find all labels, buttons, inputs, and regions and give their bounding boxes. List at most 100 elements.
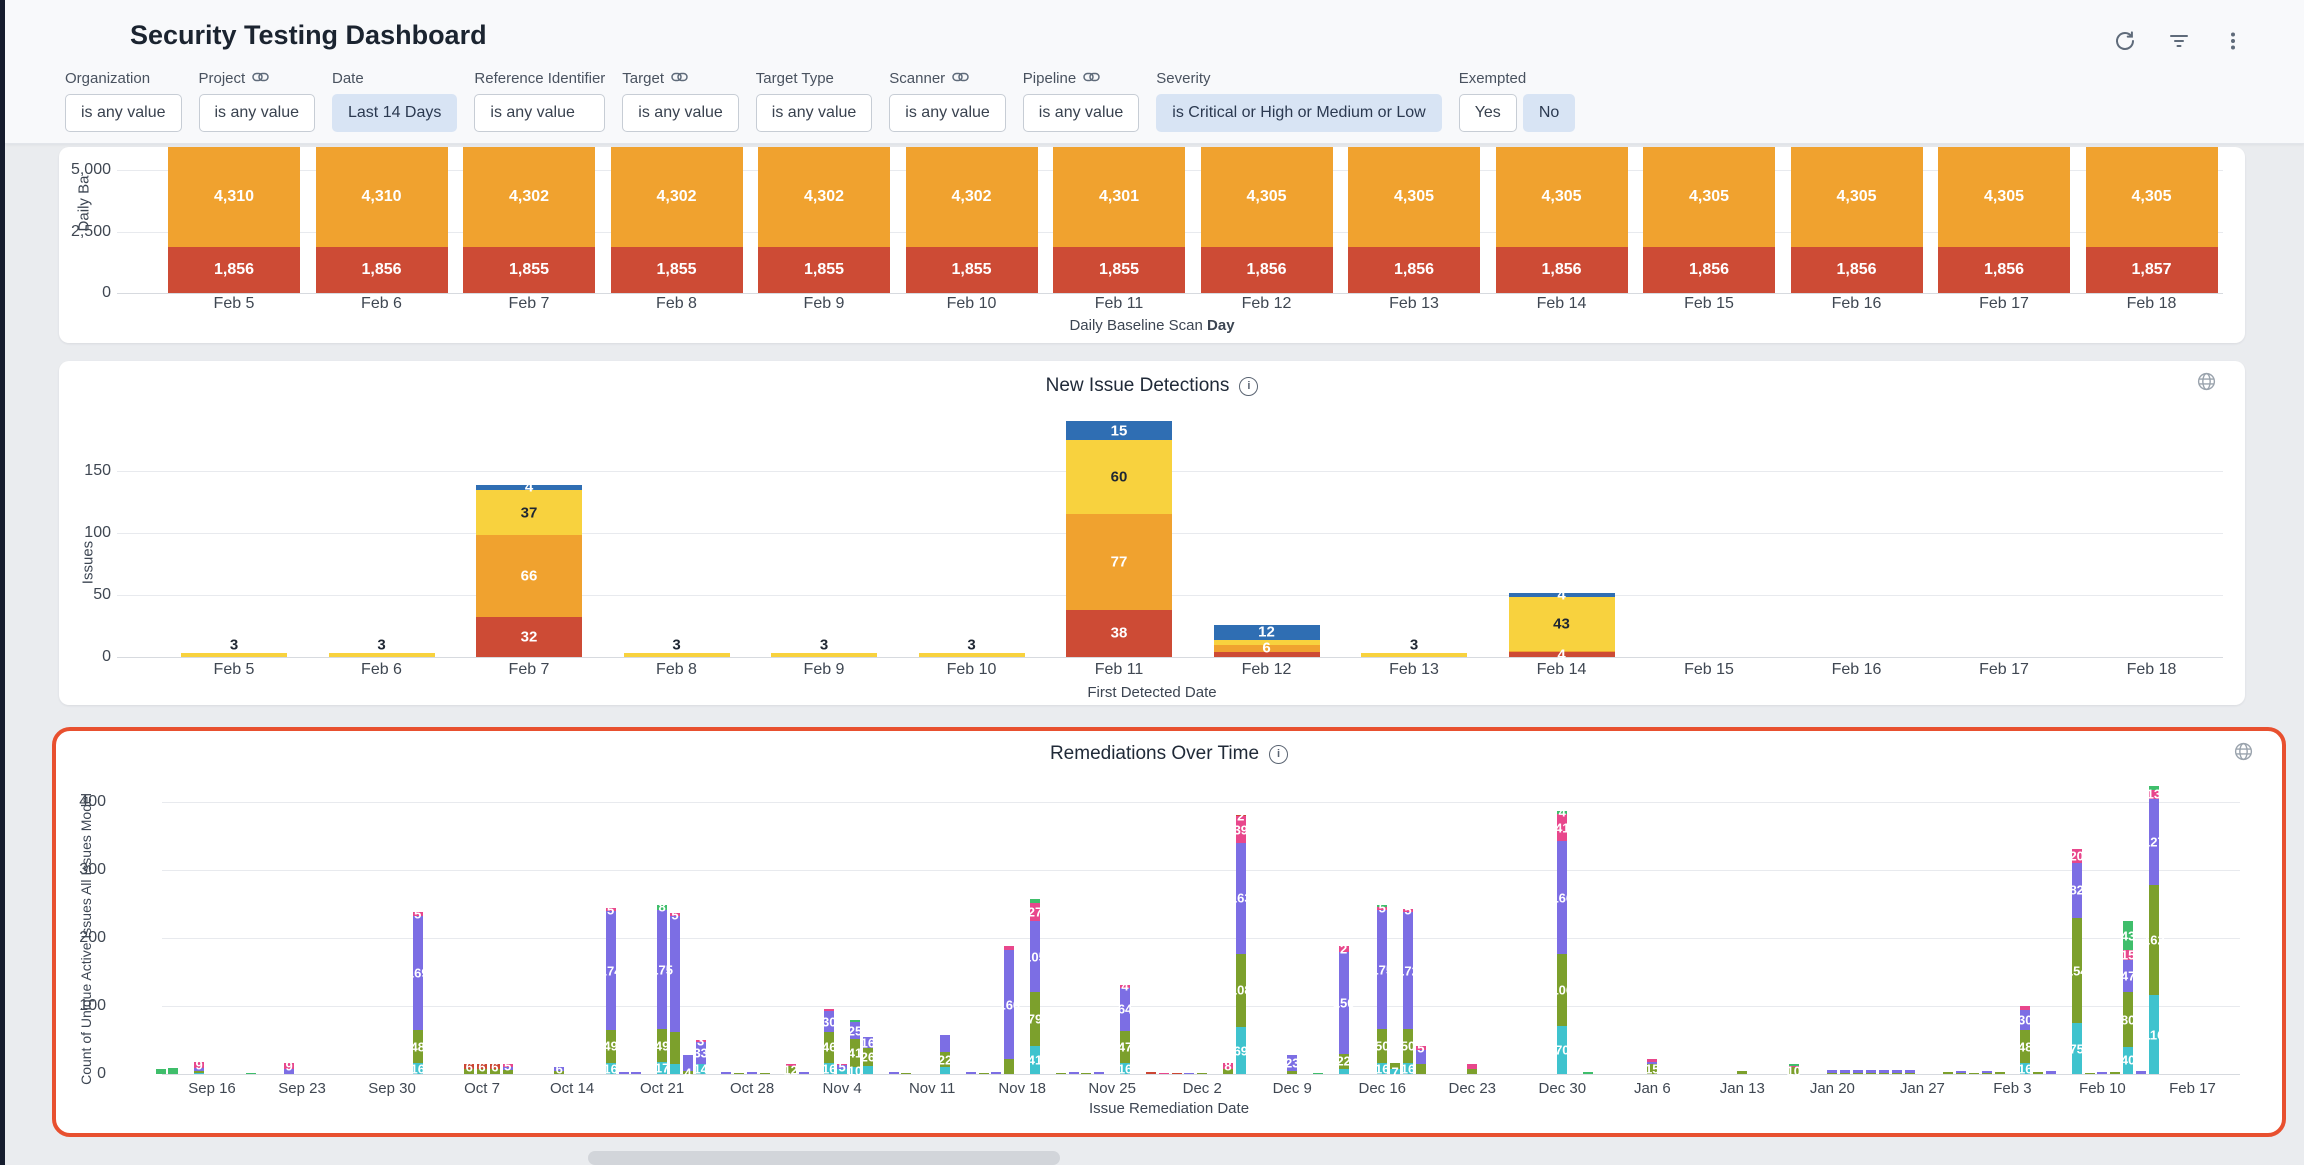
bar-segment[interactable] xyxy=(194,1073,204,1075)
bar-segment[interactable] xyxy=(919,653,1025,657)
bar-segment[interactable] xyxy=(1004,946,1014,950)
bar-segment[interactable] xyxy=(329,653,435,657)
filter-toggle-no[interactable]: No xyxy=(1523,94,1575,132)
filter-value[interactable]: is any value xyxy=(756,94,873,132)
bar-segment[interactable] xyxy=(1184,1073,1194,1075)
bar-segment[interactable] xyxy=(850,1020,860,1022)
bar-segment[interactable] xyxy=(1313,1073,1323,1075)
bar-segment[interactable] xyxy=(734,1073,744,1075)
bar-segment[interactable] xyxy=(1827,1073,1837,1075)
filter-value[interactable]: is any value xyxy=(622,94,739,132)
bar-segment[interactable] xyxy=(1982,1073,1992,1075)
bar-segment[interactable] xyxy=(1081,1073,1091,1075)
bar-segment[interactable] xyxy=(1879,1073,1889,1075)
bar-segment[interactable] xyxy=(747,1072,757,1074)
filter-value[interactable]: is any value xyxy=(889,94,1006,132)
bar-segment[interactable] xyxy=(721,1072,731,1074)
bar-value-label: 16 xyxy=(2018,1061,2032,1076)
bar-segment[interactable] xyxy=(1905,1073,1915,1075)
bar-segment[interactable] xyxy=(1956,1073,1966,1075)
kebab-menu-icon[interactable] xyxy=(2220,28,2246,54)
bar-segment[interactable] xyxy=(156,1069,166,1074)
bar-segment[interactable] xyxy=(1853,1070,1863,1073)
bar-segment[interactable] xyxy=(1361,653,1467,657)
filter-date: DateLast 14 Days xyxy=(332,70,457,132)
bar-segment[interactable] xyxy=(1866,1073,1876,1075)
bar-segment[interactable] xyxy=(1056,1073,1066,1075)
filter-value[interactable]: is Critical or High or Medium or Low xyxy=(1156,94,1441,132)
bar-segment[interactable] xyxy=(1943,1072,1953,1074)
bar-segment[interactable] xyxy=(2020,1006,2030,1010)
bar-segment[interactable] xyxy=(1287,1071,1297,1074)
bar-value-label: 22 xyxy=(1336,1054,1350,1069)
filter-value[interactable]: is any value xyxy=(199,94,316,132)
bar-segment[interactable] xyxy=(631,1072,641,1074)
bar-segment[interactable] xyxy=(979,1073,989,1075)
bar-segment[interactable] xyxy=(1172,1073,1182,1075)
bar-segment[interactable] xyxy=(760,1073,770,1075)
filter-value[interactable]: is any value xyxy=(65,94,182,132)
bar-segment[interactable] xyxy=(1197,1073,1207,1075)
bar-segment[interactable] xyxy=(1892,1070,1902,1073)
bar-segment[interactable] xyxy=(863,1066,873,1074)
bar-segment[interactable] xyxy=(1146,1072,1156,1074)
bar-segment[interactable] xyxy=(1866,1070,1876,1073)
bar-segment[interactable] xyxy=(1094,1072,1104,1074)
bar-segment[interactable] xyxy=(1467,1064,1477,1068)
bar-segment[interactable] xyxy=(1069,1072,1079,1074)
bar-segment[interactable] xyxy=(168,1068,178,1074)
bar-segment[interactable] xyxy=(670,1032,680,1065)
bar-segment[interactable] xyxy=(670,1064,680,1074)
filter-value[interactable]: is any value xyxy=(1023,94,1140,132)
bar-segment[interactable] xyxy=(966,1072,976,1074)
bar-segment[interactable] xyxy=(1339,1069,1349,1074)
bar-segment[interactable] xyxy=(1956,1071,1966,1073)
filter-value[interactable]: Last 14 Days xyxy=(332,94,457,132)
bar-segment[interactable] xyxy=(1840,1070,1850,1073)
bar-value-label: 15 xyxy=(1111,422,1128,439)
bar-segment[interactable] xyxy=(940,1067,950,1074)
bar-segment[interactable] xyxy=(889,1072,899,1074)
bar-segment[interactable] xyxy=(1995,1072,2005,1074)
bar-value-label: 1,855 xyxy=(656,261,696,279)
scrollbar-thumb[interactable] xyxy=(588,1151,1060,1165)
bar-segment[interactable] xyxy=(991,1072,1001,1074)
bar-segment[interactable] xyxy=(1416,1064,1426,1074)
bar-segment[interactable] xyxy=(1737,1071,1747,1074)
bar-segment[interactable] xyxy=(1840,1073,1850,1075)
filter-label: Organization xyxy=(65,70,182,87)
bar-segment[interactable] xyxy=(2085,1073,2095,1075)
bar-segment[interactable] xyxy=(1827,1070,1837,1073)
bar-segment[interactable] xyxy=(1879,1070,1889,1073)
filter-icon[interactable] xyxy=(2166,28,2192,54)
bar-segment[interactable] xyxy=(940,1035,950,1052)
bar-segment[interactable] xyxy=(2033,1072,2043,1074)
bar-segment[interactable] xyxy=(1004,1059,1014,1074)
bar-segment[interactable] xyxy=(1030,899,1040,903)
filter-value[interactable]: is any value xyxy=(474,94,605,132)
bar-segment[interactable] xyxy=(1982,1071,1992,1073)
bar-segment[interactable] xyxy=(1467,1069,1477,1074)
bar-segment[interactable] xyxy=(619,1072,629,1074)
bar-segment[interactable] xyxy=(1583,1072,1593,1074)
refresh-icon[interactable] xyxy=(2112,28,2138,54)
bar-segment[interactable] xyxy=(799,1072,809,1074)
bar-segment[interactable] xyxy=(771,653,877,657)
filter-bar: Organizationis any valueProjectis any va… xyxy=(65,70,1575,132)
bar-segment[interactable] xyxy=(1159,1073,1169,1075)
bar-segment[interactable] xyxy=(1892,1073,1902,1075)
bar-segment[interactable] xyxy=(624,653,730,657)
bar-segment[interactable] xyxy=(1969,1073,1979,1075)
bar-segment[interactable] xyxy=(246,1073,256,1075)
bar-segment[interactable] xyxy=(1853,1073,1863,1075)
bar-value-label: 4,310 xyxy=(214,188,254,206)
bar-segment[interactable] xyxy=(2110,1072,2120,1074)
bar-segment[interactable] xyxy=(2046,1071,2056,1074)
filter-toggle-yes[interactable]: Yes xyxy=(1459,94,1517,132)
bar-segment[interactable] xyxy=(2136,1071,2146,1074)
bar-segment[interactable] xyxy=(1905,1070,1915,1073)
bar-segment[interactable] xyxy=(181,653,287,657)
bar-segment[interactable] xyxy=(901,1073,911,1075)
bar-segment[interactable] xyxy=(2097,1072,2107,1074)
bar-segment[interactable] xyxy=(824,1009,834,1012)
